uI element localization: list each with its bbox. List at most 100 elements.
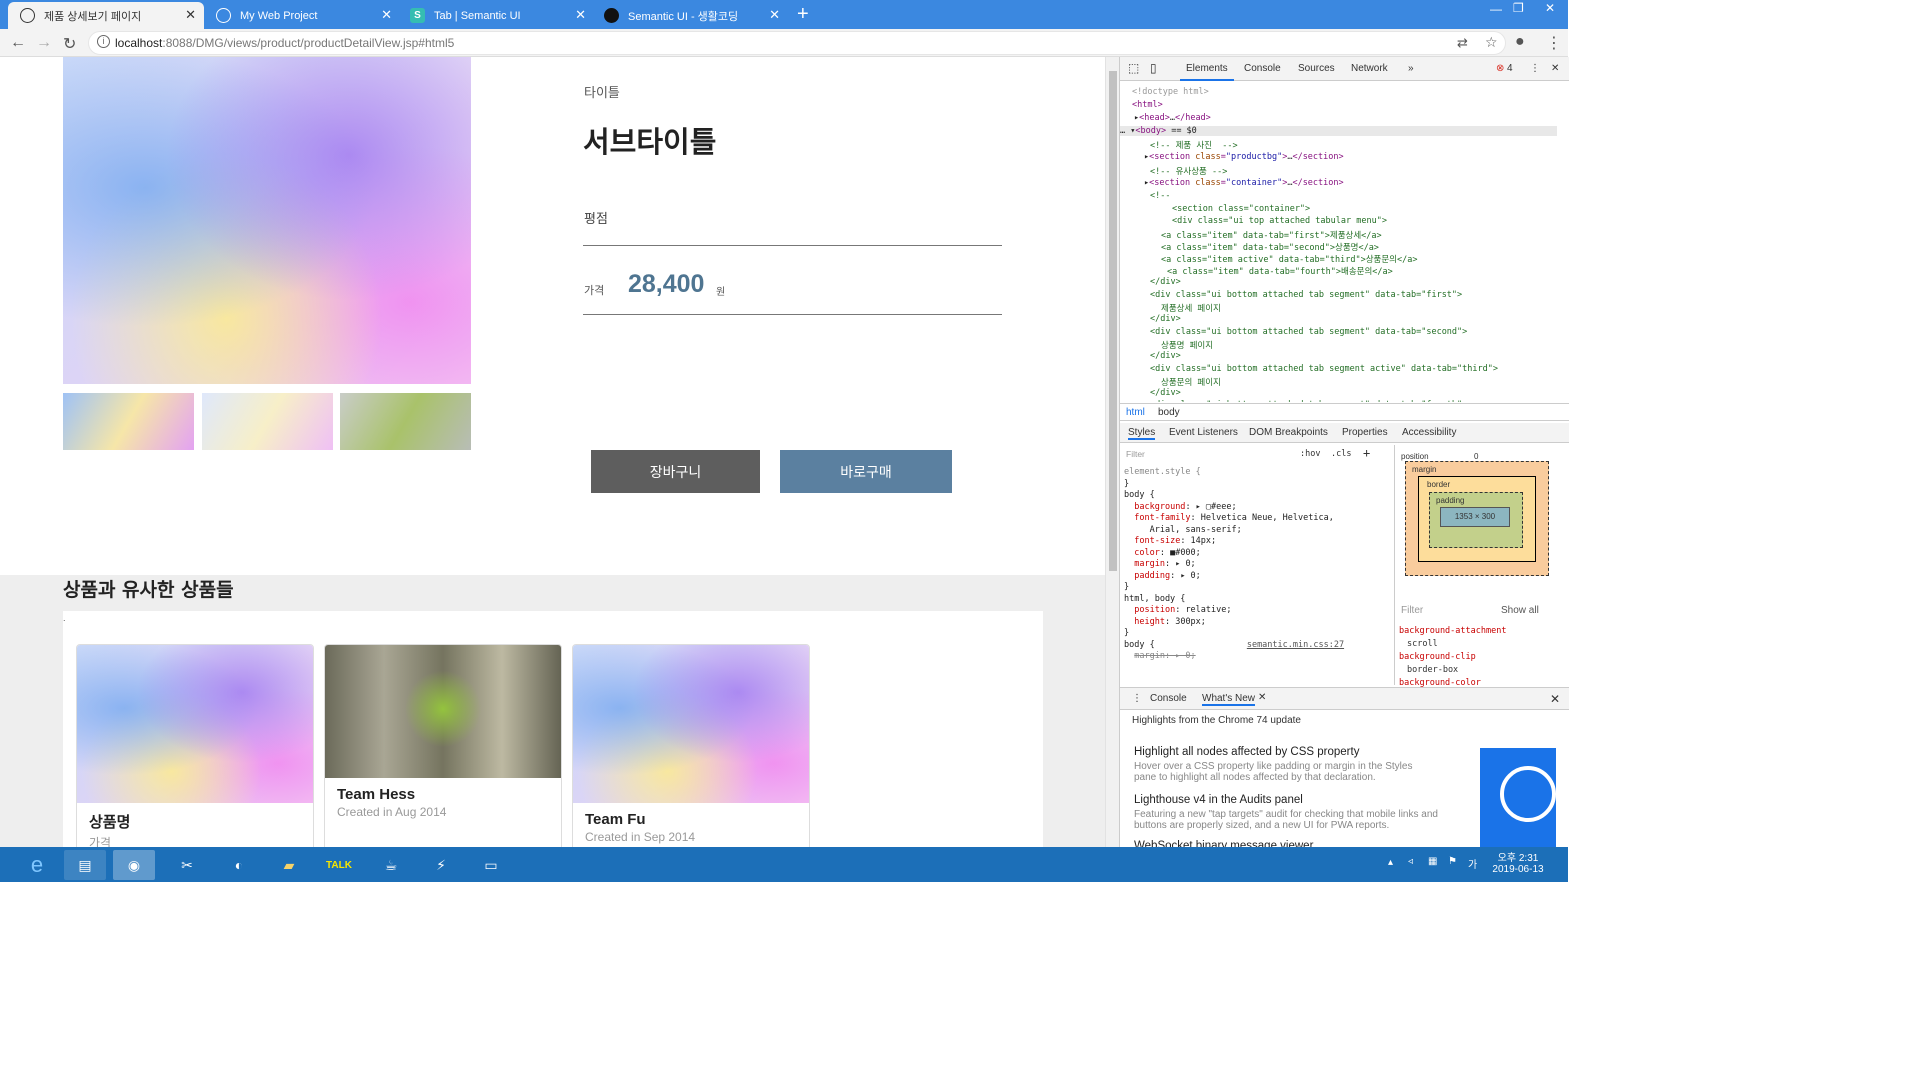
product-card[interactable]: Team Fu Created in Sep 2014 xyxy=(572,644,810,847)
computed-properties[interactable]: background-attachment scroll background-… xyxy=(1399,625,1506,690)
inspect-element-icon[interactable]: ⬚ xyxy=(1128,61,1139,75)
more-tabs-icon[interactable]: » xyxy=(1408,63,1414,74)
computed-prop[interactable]: background-attachment xyxy=(1399,625,1506,638)
box-model-pane[interactable]: position 0 margin border padding 1353 × … xyxy=(1394,445,1569,688)
browser-tab-my-web-project[interactable]: My Web Project ✕ xyxy=(204,2,400,29)
dom-line[interactable]: <!-- 유사상품 --> xyxy=(1150,165,1227,177)
subtab-accessibility[interactable]: Accessibility xyxy=(1402,427,1456,438)
box-content-size[interactable]: 1353 × 300 xyxy=(1440,507,1510,527)
new-rule-icon[interactable]: + xyxy=(1363,446,1370,460)
show-all-checkbox[interactable]: Show all xyxy=(1501,605,1539,616)
tab-network[interactable]: Network xyxy=(1351,63,1388,74)
folder-icon[interactable]: ▰ xyxy=(268,850,310,880)
new-tab-icon[interactable]: + xyxy=(797,3,809,26)
window-close-icon[interactable]: ✕ xyxy=(1545,1,1555,15)
close-tab-icon[interactable]: ✕ xyxy=(381,7,392,23)
scrollbar-thumb[interactable] xyxy=(1109,71,1117,571)
tab-console[interactable]: Console xyxy=(1244,63,1281,74)
box-margin[interactable]: margin border padding 1353 × 300 xyxy=(1405,461,1549,576)
kakaotalk-icon[interactable]: TALK xyxy=(318,850,360,880)
dom-line[interactable]: <a class="item" data-tab="second">상품명</a… xyxy=(1161,241,1379,253)
drawer-menu-icon[interactable]: ⋮ xyxy=(1132,693,1142,704)
computed-filter-input[interactable]: Filter xyxy=(1401,605,1423,616)
dom-line[interactable]: <a class="item" data-tab="first">제품상세</a… xyxy=(1161,229,1382,241)
dom-line[interactable]: </div> xyxy=(1150,314,1181,324)
product-card[interactable]: 상품명 가격 xyxy=(76,644,314,847)
styles-pane[interactable]: Filter :hov .cls + element.style { } bod… xyxy=(1120,445,1388,685)
add-to-cart-button[interactable]: 장바구니 xyxy=(591,450,760,493)
dom-line[interactable]: <div class="ui bottom attached tab segme… xyxy=(1150,327,1467,337)
dom-line[interactable]: <div class="ui bottom attached tab segme… xyxy=(1150,400,1467,402)
error-count[interactable]: 4 xyxy=(1507,63,1513,74)
dom-line[interactable]: <html> xyxy=(1132,100,1163,110)
reload-icon[interactable]: ↻ xyxy=(63,34,76,54)
devtools-menu-icon[interactable]: ⋮ xyxy=(1530,63,1540,74)
product-thumbnail-2[interactable] xyxy=(202,393,333,450)
crumb-html[interactable]: html xyxy=(1126,407,1145,418)
subtab-styles[interactable]: Styles xyxy=(1128,427,1156,440)
error-icon[interactable]: ⊗ xyxy=(1496,63,1504,74)
dom-line[interactable]: </div> xyxy=(1150,277,1181,287)
subtab-dom-breakpoints[interactable]: DOM Breakpoints xyxy=(1249,427,1328,438)
news-item[interactable]: Highlight all nodes affected by CSS prop… xyxy=(1134,746,1434,783)
tab-sources[interactable]: Sources xyxy=(1298,63,1335,74)
tray-clock[interactable]: 오후 2:31 2019-06-13 xyxy=(1490,849,1546,875)
address-bar[interactable]: i localhost:8088/DMG/views/product/produ… xyxy=(88,31,1506,55)
dom-line[interactable]: <a class="item active" data-tab="third">… xyxy=(1161,253,1417,265)
dom-line[interactable]: 상품명 페이지 xyxy=(1161,339,1213,351)
product-thumbnail-3[interactable] xyxy=(340,393,471,450)
devtools-close-icon[interactable]: ✕ xyxy=(1551,63,1559,74)
dom-line[interactable]: <section class="container"> xyxy=(1172,204,1310,214)
device-toolbar-icon[interactable]: ▯ xyxy=(1150,61,1157,75)
box-border[interactable]: border padding 1353 × 300 xyxy=(1418,476,1536,562)
tray-volume-icon[interactable]: ◃ xyxy=(1408,856,1413,867)
close-tab-icon[interactable]: ✕ xyxy=(769,7,780,23)
drawer-close-icon[interactable]: ✕ xyxy=(1550,692,1560,706)
ie-icon[interactable]: e xyxy=(16,850,58,880)
box-padding[interactable]: padding 1353 × 300 xyxy=(1429,492,1523,548)
dom-line[interactable]: ▸<head>…</head> xyxy=(1134,113,1211,123)
dom-line[interactable]: 제품상세 페이지 xyxy=(1161,302,1221,314)
tray-network-icon[interactable]: ▦ xyxy=(1428,856,1437,867)
eclipse-icon[interactable]: ◐ xyxy=(218,850,260,880)
restore-icon[interactable]: ❐ xyxy=(1513,1,1524,15)
styles-filter-input[interactable]: Filter xyxy=(1126,449,1145,459)
dom-line[interactable]: </div> xyxy=(1150,351,1181,361)
tray-ime-icon[interactable]: 가 xyxy=(1468,856,1477,871)
news-item[interactable]: Lighthouse v4 in the Audits panel Featur… xyxy=(1134,794,1444,831)
subtab-properties[interactable]: Properties xyxy=(1342,427,1388,438)
dom-line[interactable]: <div class="ui bottom attached tab segme… xyxy=(1150,290,1462,300)
tray-expand-icon[interactable]: ▴ xyxy=(1388,857,1393,868)
subtab-event-listeners[interactable]: Event Listeners xyxy=(1169,427,1238,438)
snipping-icon[interactable]: ✂ xyxy=(166,850,208,880)
hov-toggle[interactable]: :hov xyxy=(1300,449,1320,459)
dom-line[interactable]: </div> xyxy=(1150,388,1181,398)
forward-arrow-icon[interactable]: → xyxy=(36,34,52,52)
close-tab-icon[interactable]: ✕ xyxy=(185,7,196,23)
computed-prop[interactable]: background-clip xyxy=(1399,651,1506,664)
dom-line-selected[interactable]: … ▾<body> == $0 xyxy=(1120,126,1557,136)
java-ee-icon[interactable]: ☕ xyxy=(370,850,412,880)
tab-elements[interactable]: Elements xyxy=(1180,63,1234,81)
minimize-icon[interactable]: — xyxy=(1490,2,1502,16)
drawer-tab-console[interactable]: Console xyxy=(1150,693,1187,704)
browser-tab-semantic-ui[interactable]: S Tab | Semantic UI ✕ xyxy=(398,2,594,29)
dom-line[interactable]: <a class="item" data-tab="fourth">배송문의</… xyxy=(1167,265,1393,277)
dom-line[interactable]: <div class="ui bottom attached tab segme… xyxy=(1150,364,1498,374)
dom-line[interactable]: <div class="ui top attached tabular menu… xyxy=(1172,216,1387,226)
crumb-body[interactable]: body xyxy=(1158,407,1180,418)
dom-line[interactable]: <!doctype html> xyxy=(1132,87,1209,97)
close-tab-icon[interactable]: ✕ xyxy=(575,7,586,23)
browser-tab-product-detail[interactable]: 제품 상세보기 페이지 ✕ xyxy=(8,2,204,29)
browser-tab-opentutorials[interactable]: Semantic UI - 생활코딩 ✕ xyxy=(592,2,788,29)
bookmark-star-icon[interactable]: ☆ xyxy=(1485,34,1498,51)
cls-toggle[interactable]: .cls xyxy=(1331,449,1351,459)
product-thumbnail-1[interactable] xyxy=(63,393,194,450)
profile-avatar-icon[interactable]: ● xyxy=(1515,33,1525,51)
drawer-tab-whats-new[interactable]: What's New xyxy=(1202,693,1256,706)
buy-now-button[interactable]: 바로구매 xyxy=(780,450,952,493)
translate-icon[interactable]: ⇄ xyxy=(1457,35,1468,51)
dom-tree[interactable]: <!doctype html> <html> ▸<head>…</head> …… xyxy=(1120,82,1557,402)
page-scrollbar[interactable] xyxy=(1105,57,1119,847)
css-rules[interactable]: element.style { } body { background: ▸ ▢… xyxy=(1124,467,1344,663)
